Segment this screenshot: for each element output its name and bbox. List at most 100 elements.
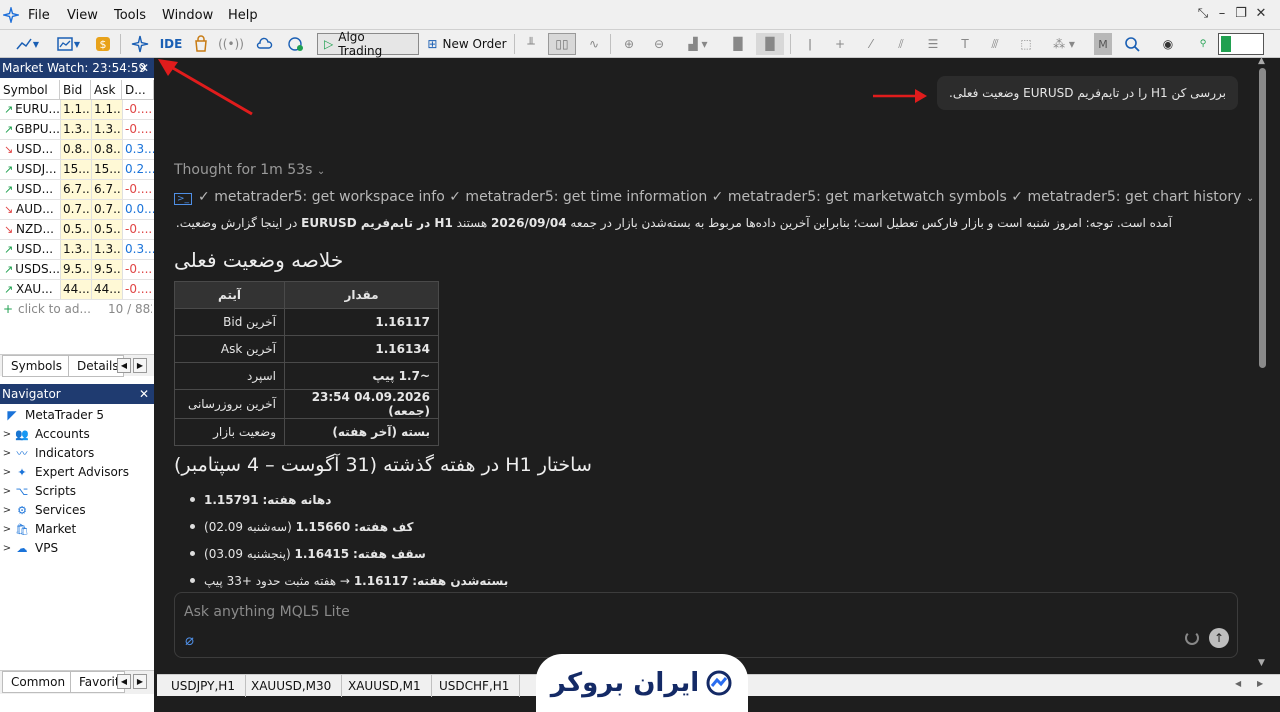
zoom-in-icon[interactable]: ⊕ [618,33,640,55]
channel-icon[interactable]: ⫽ [890,33,912,55]
navigator-item[interactable]: > 👥 Accounts [0,425,154,444]
status-prev-icon[interactable]: ◀ [1235,679,1241,688]
fibo-icon[interactable]: ☰ [922,33,944,55]
close-icon[interactable]: ✕ [1254,7,1268,21]
symbol-cell[interactable]: ↗ USD... [0,240,60,259]
col-symbol[interactable]: Symbol [0,80,60,99]
chart-shift-icon[interactable]: ▐▌ [726,33,750,55]
symbol-cell[interactable]: ↗ XAU... [0,280,60,299]
market-watch-row[interactable]: ↗ EURU... 1.1... 1.1... -0.... [0,100,154,120]
scroll-down-icon[interactable]: ▼ [1258,658,1265,668]
profiles-icon[interactable]: ▼ [50,33,86,55]
signals-icon[interactable]: ((•)) [218,33,244,55]
navigator-item[interactable]: > ✦ Expert Advisors [0,463,154,482]
menu-view[interactable]: View [67,8,98,23]
ide-button[interactable]: IDE [158,33,184,55]
nav-tab-next-icon[interactable]: ▶ [133,674,147,689]
web-terminal-icon[interactable] [284,33,308,55]
expand-chevron-icon[interactable]: > [0,463,14,482]
vps-cloud-icon[interactable] [252,33,276,55]
line-chart-icon[interactable]: ∿ [582,33,606,55]
deposit-icon[interactable]: $ [92,33,114,55]
expand-chevron-icon[interactable]: > [0,539,14,558]
ai-assistant-icon[interactable] [128,33,152,55]
scroll-thumb[interactable] [1259,68,1266,368]
market-bag-icon[interactable] [190,33,212,55]
expand-chevron-icon[interactable]: > [0,501,14,520]
shapes-icon[interactable]: ⬚ [1014,33,1038,55]
expand-chevron-icon[interactable]: > [0,482,14,501]
symbol-cell[interactable]: ↘ AUD... [0,200,60,219]
navigator-root[interactable]: ◤ MetaTrader 5 [0,406,154,425]
maximize-icon[interactable]: ❐ [1234,7,1248,21]
tab-details[interactable]: Details [68,355,124,377]
text-tool-icon[interactable]: T [954,33,976,55]
tab-next-icon[interactable]: ▶ [133,358,147,373]
tool-calls[interactable]: >_ ✓ metatrader5: get workspace info ✓ me… [174,189,1254,205]
indicators-list-icon[interactable]: ▟ ▾ [678,33,718,55]
symbol-cell[interactable]: ↘ NZD... [0,220,60,239]
candlestick-icon[interactable]: ▯▯ [548,33,576,55]
col-bid[interactable]: Bid [60,80,91,99]
col-ask[interactable]: Ask [91,80,122,99]
symbol-cell[interactable]: ↗ EURU... [0,100,60,119]
tab-prev-icon[interactable]: ◀ [117,358,131,373]
navigator-item[interactable]: > ⚙ Services [0,501,154,520]
market-watch-row[interactable]: ↗ USD... 1.3... 1.3... 0.3... [0,240,154,260]
menu-help[interactable]: Help [228,8,258,23]
navigator-item[interactable]: > 〰 Indicators [0,444,154,463]
menu-file[interactable]: File [28,8,50,23]
chart-tab-3[interactable]: USDCHF,H1 [429,675,521,697]
autoscroll-icon[interactable]: ▐▌ [756,33,784,55]
account-icon[interactable]: ◉ [1158,33,1178,55]
symbol-cell[interactable]: ↗ USDS... [0,260,60,279]
zoom-out-icon[interactable]: ⊖ [648,33,670,55]
market-watch-row[interactable]: ↗ USDJ... 15... 15... 0.2... [0,160,154,180]
chart-tab-2[interactable]: XAUUSD,M1 [338,675,432,697]
restore-layout-icon[interactable]: ⤡ [1196,7,1210,21]
chart-tab-0[interactable]: USDJPY,H1 [161,675,246,697]
symbol-cell[interactable]: ↗ USDJ... [0,160,60,179]
menu-tools[interactable]: Tools [114,8,146,23]
attach-icon[interactable]: ⌀ [185,631,194,649]
thought-toggle[interactable]: Thought for 1m 53s ⌄ [174,162,325,178]
search-icon[interactable] [1122,33,1142,55]
expand-chevron-icon[interactable]: > [0,520,14,539]
market-watch-row[interactable]: ↗ XAU... 44... 44... -0.... [0,280,154,300]
market-watch-row[interactable]: ↗ USD... 6.7... 6.7... -0.... [0,180,154,200]
market-watch-row[interactable]: ↗ USDS... 9.5... 9.5... -0.... [0,260,154,280]
scroll-up-icon[interactable]: ▲ [1258,56,1265,66]
symbol-cell[interactable]: ↗ USD... [0,180,60,199]
nav-tab-prev-icon[interactable]: ◀ [117,674,131,689]
chart-tab-1[interactable]: XAUUSD,M30 [241,675,343,697]
market-watch-row[interactable]: ↘ AUD... 0.7... 0.7... 0.0... [0,200,154,220]
navigator-item[interactable]: > ⌥ Scripts [0,482,154,501]
add-symbol-row[interactable]: + click to ad... 10 / 882 [0,300,154,320]
minimize-icon[interactable]: – [1215,7,1229,21]
bar-chart-icon[interactable]: ╨ [520,33,542,55]
symbol-cell[interactable]: ↗ GBPU... [0,120,60,139]
market-watch-row[interactable]: ↘ USD... 0.8... 0.8... 0.3... [0,140,154,160]
cursor-icon[interactable]: ǀ [800,33,820,55]
chat-input[interactable]: Ask anything MQL5 Lite ⌀ ↑ [174,592,1238,658]
pitchfork-icon[interactable]: ⫻ [984,33,1006,55]
chat-scrollbar[interactable]: ▲ ▼ [1256,56,1270,672]
expand-chevron-icon[interactable]: > [0,425,14,444]
symbol-cell[interactable]: ↘ USD... [0,140,60,159]
send-icon[interactable]: ↑ [1209,628,1229,648]
market-watch-row[interactable]: ↘ NZD... 0.5... 0.5... -0.... [0,220,154,240]
close-navigator-icon[interactable]: ✕ [139,384,149,404]
trendline-icon[interactable]: ⁄ [860,33,882,55]
navigator-item[interactable]: > ☁ VPS [0,539,154,558]
expand-chevron-icon[interactable]: > [0,444,14,463]
menu-window[interactable]: Window [162,8,213,23]
market-watch-row[interactable]: ↗ GBPU... 1.3... 1.3... -0.... [0,120,154,140]
more-tools-icon[interactable]: ⁂ ▾ [1044,33,1084,55]
status-next-icon[interactable]: ▶ [1257,679,1263,688]
crosshair-icon[interactable]: + [830,33,850,55]
navigator-item[interactable]: > 🛍 Market [0,520,154,539]
m-tab[interactable]: M [1094,33,1112,55]
close-market-watch-icon[interactable]: ✕ [139,58,149,78]
new-order-button[interactable]: ⊞ New Order [424,33,510,55]
algo-trading-button[interactable]: ▷ Algo Trading [317,30,419,58]
